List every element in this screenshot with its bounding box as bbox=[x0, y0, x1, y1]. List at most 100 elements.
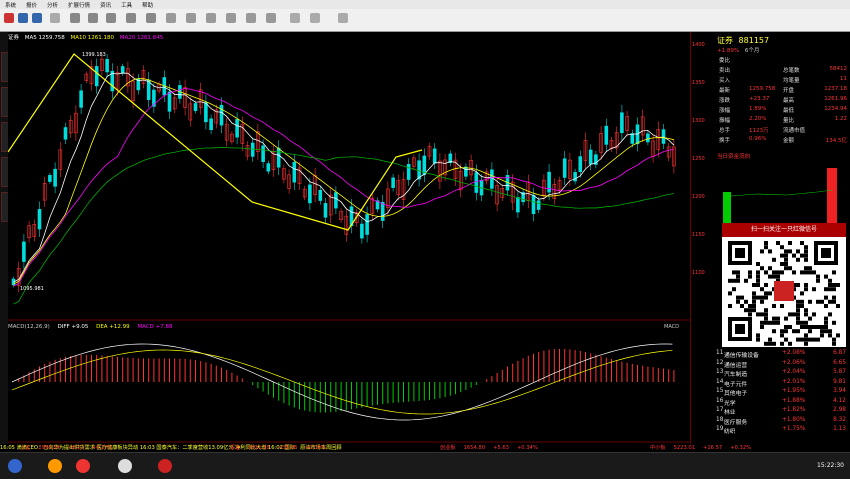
index-cell: 深证 bbox=[230, 445, 241, 451]
qr-module bbox=[764, 316, 768, 321]
index-item[interactable]: 中小板 5223.01 +16.57 +0.32% bbox=[650, 444, 759, 451]
menu-item-system[interactable]: 系统 bbox=[0, 1, 21, 9]
qr-module bbox=[824, 287, 828, 292]
zoom-icon[interactable] bbox=[146, 13, 156, 23]
candle-body bbox=[105, 58, 109, 73]
industry-row[interactable]: 18 医疗服务 +1.80% 8.32 bbox=[716, 417, 846, 426]
quote-cell: 均笔量 bbox=[783, 78, 800, 84]
qr-module bbox=[836, 283, 840, 287]
back-icon[interactable] bbox=[18, 13, 28, 23]
menu-item-news[interactable]: 资讯 bbox=[95, 1, 116, 9]
candle-body bbox=[94, 66, 99, 87]
qr-module bbox=[812, 270, 816, 275]
qr-module bbox=[776, 274, 780, 279]
indicator-icon[interactable] bbox=[186, 13, 196, 23]
list-icon[interactable] bbox=[70, 13, 80, 23]
layout-icon[interactable] bbox=[226, 13, 236, 23]
qr-module bbox=[832, 337, 836, 342]
qr-module bbox=[768, 337, 772, 342]
window-icon[interactable] bbox=[338, 13, 348, 23]
qr-module bbox=[764, 291, 768, 296]
chat-icon[interactable] bbox=[310, 13, 320, 23]
qr-module bbox=[832, 320, 836, 325]
peak-price-label: 1399.183 bbox=[82, 52, 106, 58]
industry-cell: 5.87 bbox=[833, 369, 846, 375]
qr-module bbox=[800, 253, 804, 258]
qr-code[interactable] bbox=[722, 237, 846, 347]
f10-icon[interactable] bbox=[126, 13, 136, 23]
menu-item-tools[interactable]: 工具 bbox=[116, 1, 137, 9]
qr-module bbox=[736, 278, 740, 283]
qr-module bbox=[784, 329, 788, 334]
qr-module bbox=[796, 316, 800, 321]
timeshare-icon[interactable] bbox=[106, 13, 116, 23]
qr-module bbox=[764, 295, 768, 300]
home-icon[interactable] bbox=[4, 13, 14, 23]
index-cell: +0.32% bbox=[730, 445, 752, 451]
options-icon[interactable] bbox=[266, 13, 276, 23]
kline-chart-area[interactable]: 证券 MA5 1259.758 MA10 1261.180 MA20 1261.… bbox=[8, 32, 690, 444]
qr-module bbox=[772, 320, 776, 325]
industry-row[interactable]: 15 其他电子 +1.95% 3.94 bbox=[716, 388, 846, 397]
qr-module bbox=[780, 245, 784, 250]
draw-icon[interactable] bbox=[166, 13, 176, 23]
industry-row[interactable]: 13 汽车制造 +2.04% 5.87 bbox=[716, 369, 846, 378]
industry-row[interactable]: 12 通信运营 +2.06% 6.65 bbox=[716, 360, 846, 369]
qr-module bbox=[780, 270, 784, 275]
quote-cell: 58412 bbox=[829, 66, 848, 72]
kline-icon[interactable] bbox=[88, 13, 98, 23]
menu-item-help[interactable]: 帮助 bbox=[137, 1, 158, 9]
qr-module bbox=[748, 304, 752, 308]
industry-row[interactable]: 19 纺织 +1.75% 1.13 bbox=[716, 426, 846, 435]
kline-chart[interactable] bbox=[8, 32, 690, 444]
warn-icon[interactable] bbox=[290, 13, 300, 23]
start-icon[interactable] bbox=[8, 459, 22, 473]
candle-body bbox=[167, 91, 172, 112]
price-tick: 1150 bbox=[692, 232, 705, 238]
qr-module bbox=[784, 262, 788, 266]
menu-item-analysis[interactable]: 分析 bbox=[42, 1, 63, 9]
menu-item-extended[interactable]: 扩展行情 bbox=[63, 1, 95, 9]
menu-item-quote[interactable]: 报价 bbox=[21, 1, 42, 9]
app-icon[interactable] bbox=[76, 459, 90, 473]
index-item[interactable]: 上证 2996.34 +8.21 +0.27% bbox=[20, 444, 121, 451]
period-icon[interactable] bbox=[206, 13, 216, 23]
candle-body bbox=[318, 189, 323, 201]
index-cell: 1654.80 bbox=[463, 445, 486, 451]
quote-row: 买入 均笔量 11 bbox=[719, 76, 847, 84]
stats-icon[interactable] bbox=[246, 13, 256, 23]
qr-module bbox=[728, 278, 732, 283]
quote-row: 振幅 2.20% 量比 1.22 bbox=[719, 116, 847, 124]
qr-module bbox=[824, 274, 828, 279]
price-tick: 1100 bbox=[692, 270, 705, 276]
stock-name-label: 证券 bbox=[8, 35, 20, 41]
qr-module bbox=[808, 329, 812, 334]
qr-module bbox=[800, 241, 804, 245]
index-item[interactable]: 深证 9011.58 +35.08 +0.39% bbox=[230, 444, 334, 451]
candle-body bbox=[464, 166, 468, 177]
industry-cell: 通信传输设备 bbox=[724, 353, 759, 359]
qr-module bbox=[832, 287, 836, 292]
qr-module bbox=[760, 287, 764, 292]
industry-row[interactable]: 11 通信传输设备 +2.08% 6.87 bbox=[716, 350, 846, 359]
industry-cell: 1.13 bbox=[833, 426, 846, 432]
refresh-icon[interactable] bbox=[50, 13, 60, 23]
industry-cell: 17 bbox=[716, 407, 724, 413]
trading-app-icon[interactable] bbox=[158, 459, 172, 473]
qr-logo bbox=[774, 281, 794, 301]
qr-finder-core bbox=[735, 248, 745, 258]
index-item[interactable]: 创业板 1654.80 +5.63 +0.34% bbox=[440, 444, 546, 451]
index-cell: +35.08 bbox=[277, 445, 298, 451]
industry-row[interactable]: 16 光学 +1.88% 4.12 bbox=[716, 398, 846, 407]
quote-row: 涨幅 1.89% 最低 1234.94 bbox=[719, 106, 847, 114]
folder-icon[interactable] bbox=[48, 459, 62, 473]
candle-body bbox=[661, 129, 666, 144]
forward-icon[interactable] bbox=[32, 13, 42, 23]
quote-cell: 流通市值 bbox=[783, 128, 806, 134]
menu-bar: 系统 报价 分析 扩展行情 资讯 工具 帮助 bbox=[0, 0, 850, 9]
chrome-icon[interactable] bbox=[118, 459, 132, 473]
industry-row[interactable]: 17 林业 +1.82% 2.98 bbox=[716, 407, 846, 416]
qr-module bbox=[828, 299, 832, 304]
qr-module bbox=[816, 337, 820, 342]
industry-row[interactable]: 14 电子元件 +2.01% 9.81 bbox=[716, 379, 846, 388]
